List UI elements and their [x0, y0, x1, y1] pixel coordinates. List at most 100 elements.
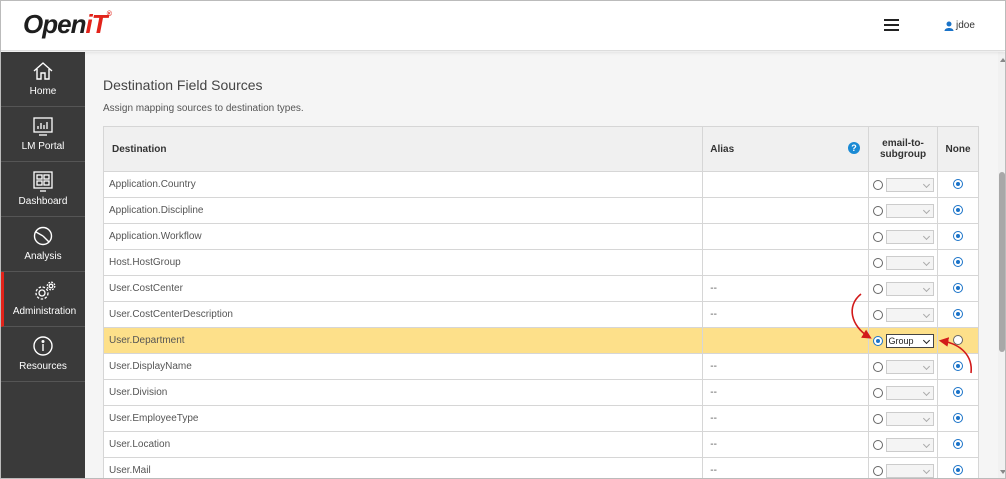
scroll-thumb[interactable]	[999, 172, 1005, 352]
none-cell	[937, 327, 979, 354]
table-row: Host.HostGroup	[102, 249, 979, 276]
alias-cell	[702, 223, 870, 250]
none-radio[interactable]	[953, 335, 963, 346]
table-row: User.CostCenterDescription --	[102, 301, 979, 328]
subgroup-select[interactable]	[885, 255, 934, 270]
email-to-subgroup-cell: Group	[868, 327, 938, 354]
sidebar-item-dashboard[interactable]: Dashboard	[1, 162, 85, 217]
table-row: Application.Discipline	[102, 197, 979, 224]
none-radio[interactable]	[953, 309, 963, 320]
analysis-icon	[33, 226, 53, 246]
alias-cell: --	[702, 405, 870, 432]
destination-fields-table: Destination Alias? email-to-subgroup Non…	[102, 126, 979, 478]
none-radio[interactable]	[953, 205, 963, 216]
destination-cell: Application.Workflow	[102, 223, 704, 250]
info-icon	[33, 336, 53, 356]
none-radio[interactable]	[953, 257, 963, 268]
email-to-subgroup-radio[interactable]	[872, 179, 883, 190]
none-radio[interactable]	[953, 439, 963, 450]
user-menu[interactable]: jdoe	[944, 20, 975, 31]
sidebar-item-resources[interactable]: Resources	[1, 327, 85, 382]
user-name: jdoe	[956, 20, 975, 31]
email-to-subgroup-cell	[868, 405, 938, 432]
email-to-subgroup-radio[interactable]	[872, 413, 883, 424]
none-radio[interactable]	[953, 283, 963, 294]
subgroup-select[interactable]	[885, 281, 934, 296]
destination-cell: User.EmployeeType	[102, 405, 704, 432]
logo-registered: ®	[106, 11, 112, 18]
alias-cell	[702, 249, 870, 276]
email-to-subgroup-radio[interactable]	[872, 283, 883, 294]
none-cell	[937, 197, 979, 224]
none-radio[interactable]	[953, 231, 963, 242]
email-to-subgroup-radio[interactable]	[872, 465, 883, 476]
email-to-subgroup-radio[interactable]	[872, 439, 883, 450]
subgroup-select[interactable]	[885, 385, 934, 400]
subgroup-select[interactable]: Group	[885, 333, 934, 348]
subgroup-select[interactable]	[885, 437, 934, 452]
subgroup-select[interactable]	[885, 177, 934, 192]
table-row: Application.Workflow	[102, 223, 979, 250]
email-to-subgroup-cell	[868, 353, 938, 380]
sidebar-item-label: Analysis	[24, 251, 62, 262]
email-to-subgroup-cell	[868, 379, 938, 406]
none-radio[interactable]	[953, 465, 963, 476]
email-to-subgroup-cell	[868, 197, 938, 224]
none-cell	[937, 431, 979, 458]
destination-cell: Application.Country	[102, 171, 704, 198]
email-to-subgroup-radio[interactable]	[872, 335, 883, 346]
sidebar-item-administration[interactable]: Administration	[1, 272, 85, 327]
destination-cell: User.Location	[102, 431, 704, 458]
header-destination: Destination	[102, 126, 704, 172]
sidebar-item-lm-portal[interactable]: LM Portal	[1, 107, 85, 162]
email-to-subgroup-cell	[868, 223, 938, 250]
page-subtitle: Assign mapping sources to destination ty…	[103, 103, 304, 114]
vertical-scrollbar[interactable]	[998, 52, 1005, 478]
home-icon	[33, 62, 53, 80]
logo-text: Open	[23, 9, 86, 39]
none-cell	[937, 457, 979, 478]
subgroup-select[interactable]	[885, 463, 934, 478]
help-icon[interactable]: ?	[848, 142, 861, 154]
page-title: Destination Field Sources	[103, 77, 263, 93]
top-bar: OpeniT® jdoe	[1, 1, 1005, 51]
email-to-subgroup-cell	[868, 457, 938, 478]
email-to-subgroup-cell	[868, 171, 938, 198]
email-to-subgroup-radio[interactable]	[872, 205, 883, 216]
none-cell	[937, 171, 979, 198]
email-to-subgroup-cell	[868, 249, 938, 276]
logo-accent: iT	[85, 9, 107, 39]
subgroup-select[interactable]	[885, 411, 934, 426]
none-radio[interactable]	[953, 361, 963, 372]
table-row: User.DisplayName --	[102, 353, 979, 380]
email-to-subgroup-radio[interactable]	[872, 257, 883, 268]
subgroup-select[interactable]	[885, 307, 934, 322]
gears-icon	[34, 281, 55, 300]
alias-cell	[702, 171, 870, 198]
none-radio[interactable]	[953, 179, 963, 190]
header-alias-label: Alias	[710, 143, 735, 155]
subgroup-select[interactable]	[885, 359, 934, 374]
none-cell	[937, 353, 979, 380]
hamburger-menu-icon[interactable]	[884, 19, 899, 31]
email-to-subgroup-radio[interactable]	[872, 361, 883, 372]
destination-cell: User.CostCenterDescription	[102, 301, 704, 328]
subgroup-select[interactable]	[885, 203, 934, 218]
email-to-subgroup-radio[interactable]	[872, 231, 883, 242]
openit-logo[interactable]: OpeniT®	[23, 9, 112, 40]
app-window: OpeniT® jdoe Home LM Portal Dashboard An…	[0, 0, 1006, 479]
table-row: Application.Country	[102, 171, 979, 198]
sidebar-item-home[interactable]: Home	[1, 52, 85, 107]
email-to-subgroup-cell	[868, 275, 938, 302]
email-to-subgroup-radio[interactable]	[872, 387, 883, 398]
scroll-up-arrow-icon[interactable]	[1000, 58, 1005, 62]
scroll-down-arrow-icon[interactable]	[1000, 470, 1005, 474]
subgroup-select[interactable]	[885, 229, 934, 244]
sidebar-item-label: Home	[29, 86, 57, 97]
email-to-subgroup-radio[interactable]	[872, 309, 883, 320]
none-radio[interactable]	[953, 387, 963, 398]
none-radio[interactable]	[953, 413, 963, 424]
destination-cell: User.Mail	[102, 457, 704, 478]
sidebar-item-analysis[interactable]: Analysis	[1, 217, 85, 272]
alias-cell: --	[702, 379, 870, 406]
